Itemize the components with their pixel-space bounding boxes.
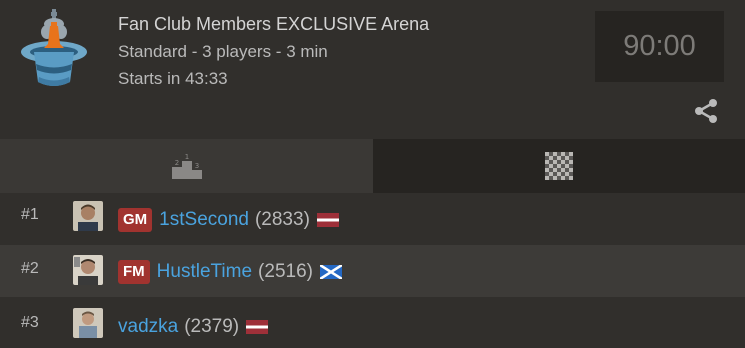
latvia-flag-icon bbox=[316, 213, 339, 227]
player-rank: #1 bbox=[21, 206, 39, 223]
svg-text:3: 3 bbox=[194, 162, 198, 170]
svg-text:2: 2 bbox=[174, 159, 178, 167]
share-icon[interactable] bbox=[692, 97, 720, 125]
player-info: vadzka (2379) bbox=[118, 314, 269, 340]
player-rank: #3 bbox=[21, 314, 39, 331]
player-username[interactable]: 1stSecond bbox=[159, 209, 249, 231]
player-row[interactable]: #2 FM HustleTime (2516) bbox=[0, 245, 745, 297]
tournament-header: Fan Club Members EXCLUSIVE Arena Standar… bbox=[0, 0, 745, 139]
player-row[interactable]: #1 GM 1stSecond (2833) bbox=[0, 193, 745, 245]
player-avatar bbox=[73, 308, 103, 338]
player-info: FM HustleTime (2516) bbox=[118, 259, 342, 285]
player-rank: #2 bbox=[21, 260, 39, 277]
tab-bar: 1 2 3 bbox=[0, 139, 745, 193]
svg-text:1: 1 bbox=[184, 153, 188, 161]
podium-icon: 1 2 3 bbox=[171, 153, 202, 179]
arena-hat-king-icon bbox=[21, 9, 87, 86]
start-countdown: Starts in 43:33 bbox=[118, 69, 228, 88]
player-info: GM 1stSecond (2833) bbox=[118, 207, 339, 233]
tournament-title: Fan Club Members EXCLUSIVE Arena bbox=[118, 14, 430, 34]
player-title-badge: FM bbox=[118, 260, 150, 284]
player-username[interactable]: vadzka bbox=[118, 316, 178, 338]
tab-standings[interactable]: 1 2 3 bbox=[0, 139, 373, 193]
tab-games[interactable] bbox=[373, 139, 745, 193]
player-username[interactable]: HustleTime bbox=[157, 261, 252, 283]
player-rating: (2516) bbox=[258, 261, 313, 282]
clock-value: 90:00 bbox=[623, 30, 696, 62]
latvia-flag-icon bbox=[246, 320, 269, 334]
tournament-info: Standard - 3 players - 3 min bbox=[118, 42, 328, 61]
player-title-badge: GM bbox=[118, 208, 153, 232]
scotland-flag-icon bbox=[319, 265, 342, 279]
player-avatar bbox=[73, 255, 103, 285]
player-avatar bbox=[73, 201, 103, 231]
player-rating: (2833) bbox=[254, 209, 310, 230]
tournament-clock: 90:00 bbox=[595, 11, 724, 82]
standings-list: #1 GM 1stSecond (2833) #2 FM HustleTime … bbox=[0, 193, 745, 348]
player-row[interactable]: #3 vadzka (2379) bbox=[0, 297, 745, 348]
player-rating: (2379) bbox=[184, 316, 240, 337]
chessboard-icon bbox=[545, 152, 573, 180]
